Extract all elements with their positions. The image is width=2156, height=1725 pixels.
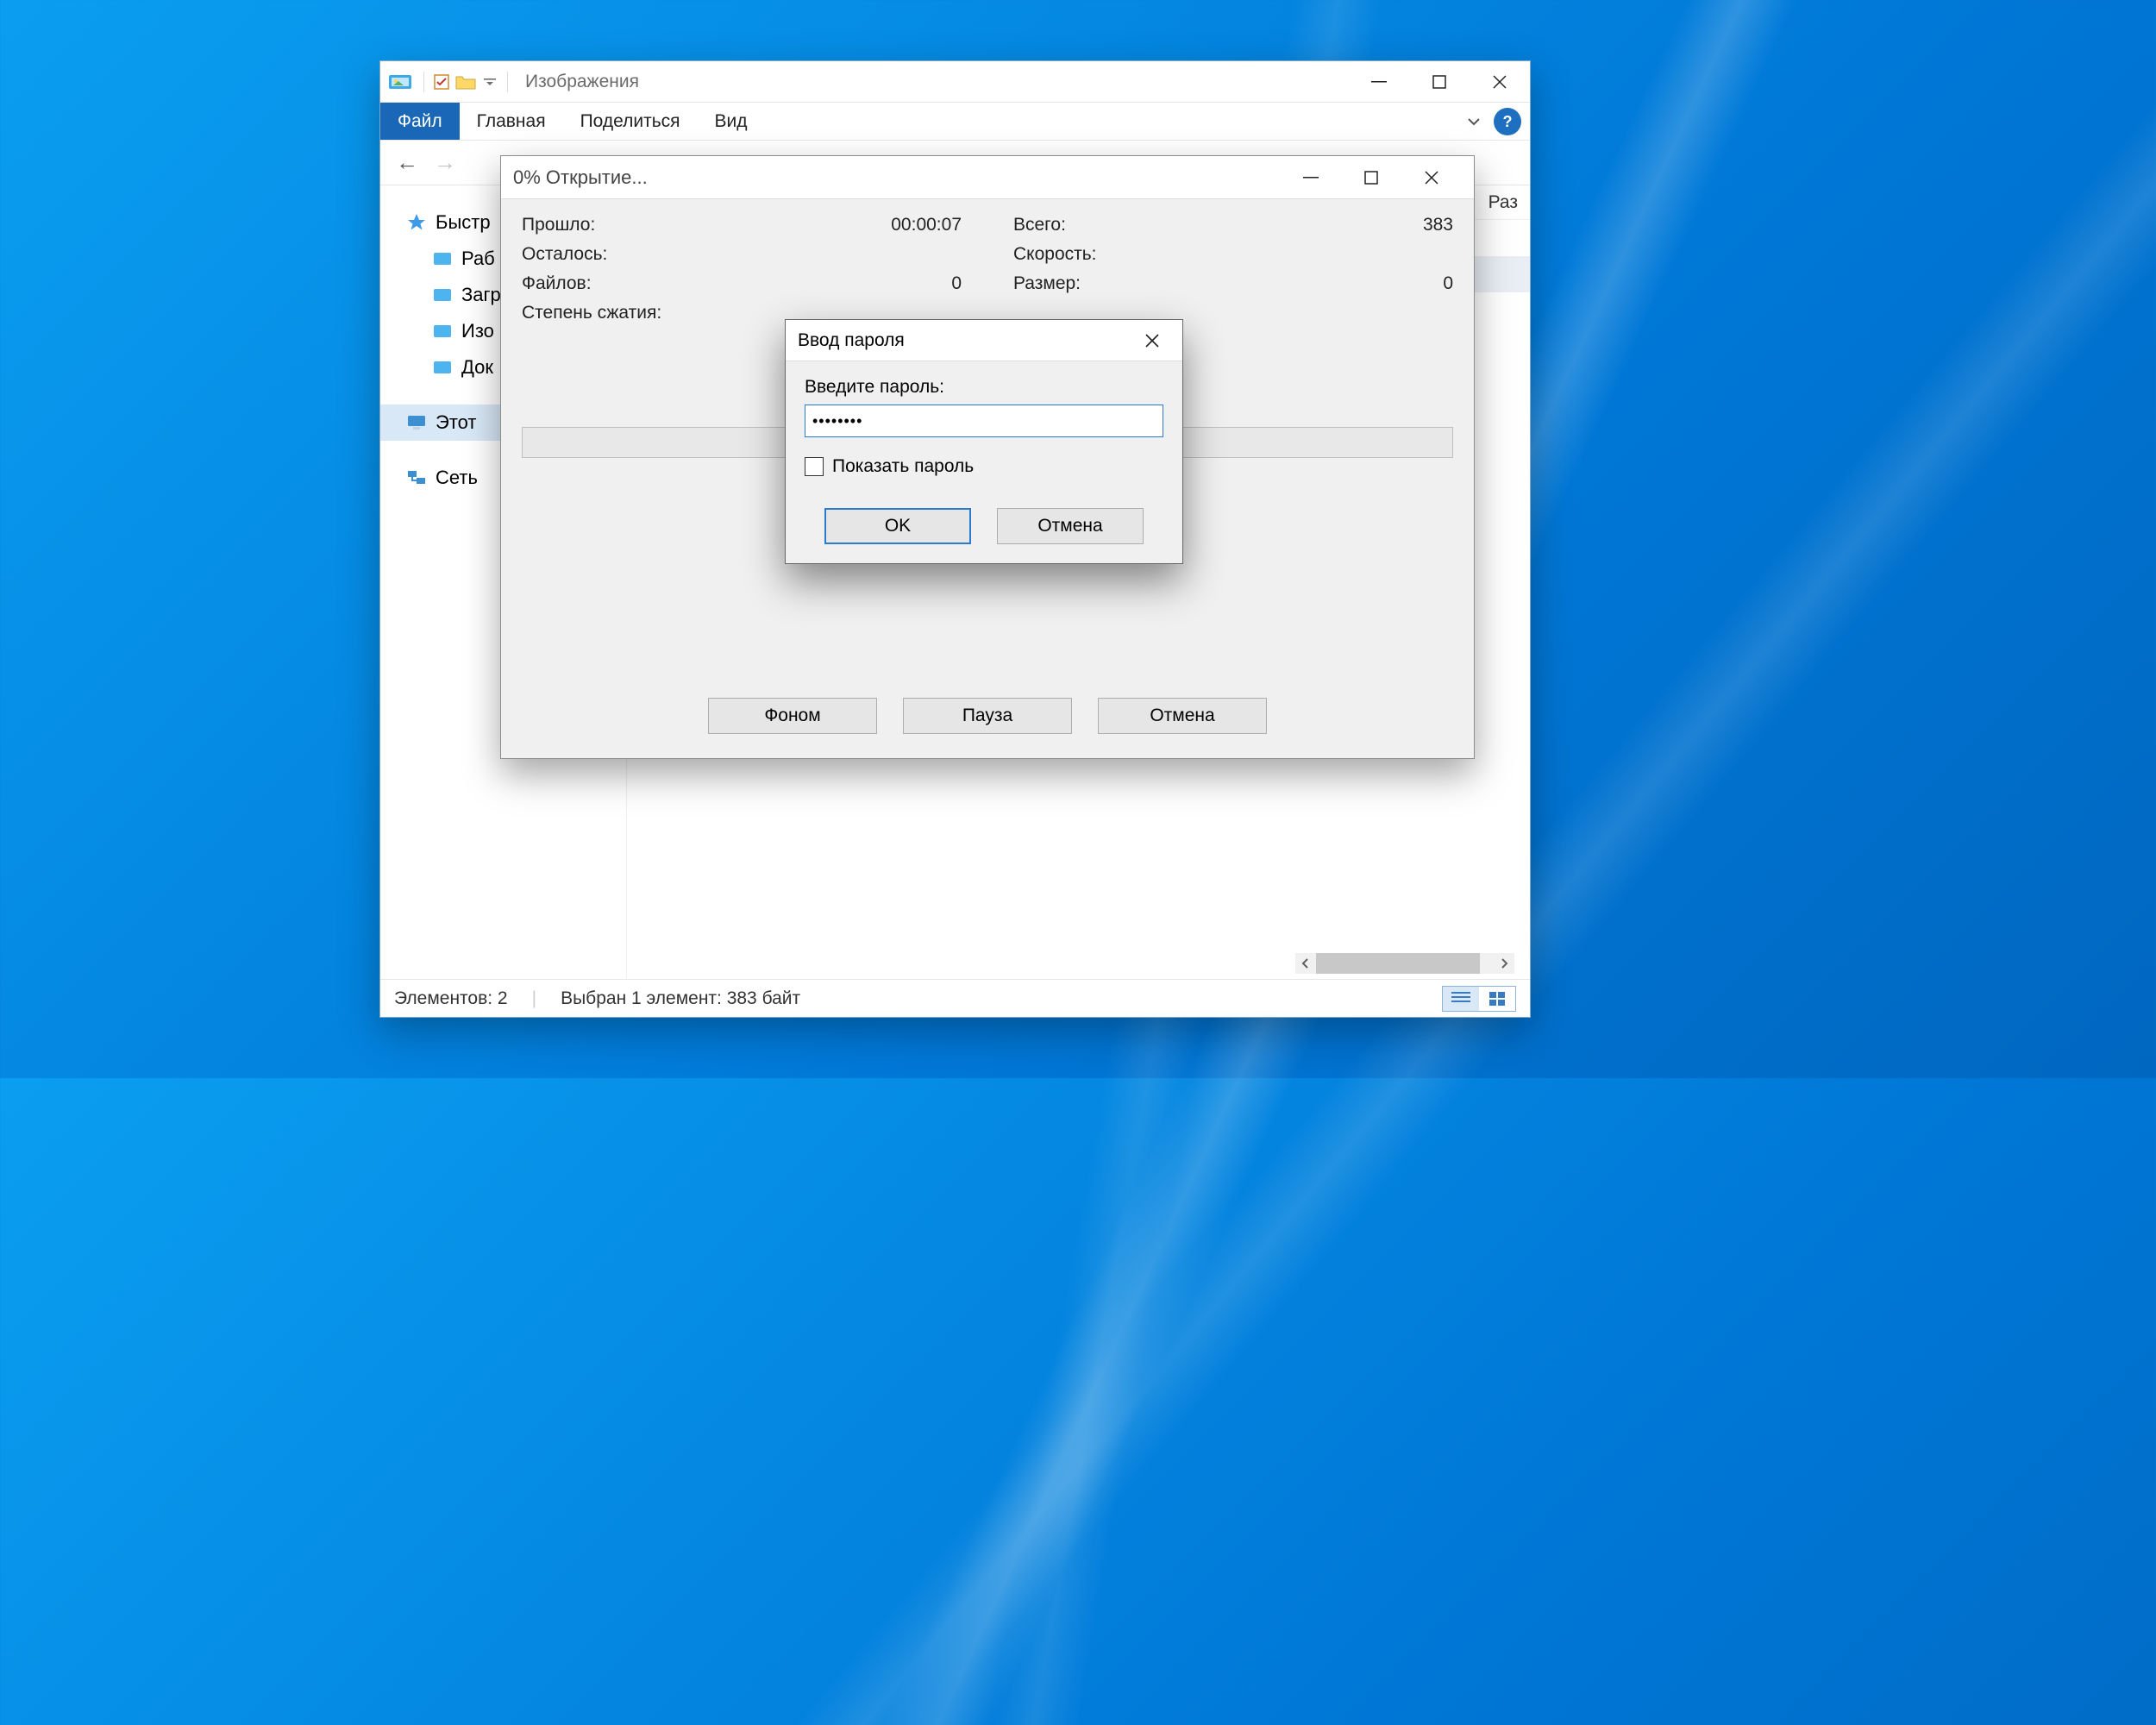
star-icon <box>406 213 427 232</box>
value-total: 383 <box>1281 215 1453 235</box>
minimize-button[interactable] <box>1349 61 1409 102</box>
close-button[interactable] <box>1401 156 1462 198</box>
ribbon-tab-view[interactable]: Вид <box>698 103 765 140</box>
minimize-button[interactable] <box>1281 156 1341 198</box>
password-titlebar: Ввод пароля <box>786 320 1182 361</box>
value-size: 0 <box>1281 273 1453 294</box>
progress-titlebar: 0% Открытие... <box>501 156 1474 199</box>
ribbon: Файл Главная Поделиться Вид ? <box>380 103 1530 141</box>
maximize-button[interactable] <box>1409 61 1470 102</box>
ok-button[interactable]: OK <box>824 508 971 544</box>
show-password-checkbox[interactable] <box>805 457 824 476</box>
label-remaining: Осталось: <box>522 244 789 265</box>
column-size[interactable]: Раз <box>1476 192 1530 213</box>
value-elapsed: 00:00:07 <box>789 215 962 235</box>
ribbon-tab-share[interactable]: Поделиться <box>563 103 698 140</box>
label-files: Файлов: <box>522 273 789 294</box>
scroll-left-icon[interactable] <box>1295 953 1316 974</box>
ribbon-tab-home[interactable]: Главная <box>460 103 563 140</box>
progress-window-controls <box>1281 156 1462 198</box>
show-password-label: Показать пароль <box>832 456 974 477</box>
label-elapsed: Прошло: <box>522 215 789 235</box>
folder-icon <box>432 249 453 268</box>
password-dialog: Ввод пароля Введите пароль: Показать пар… <box>785 319 1183 564</box>
value-speed <box>1281 244 1453 265</box>
sidebar-label: Изо <box>461 320 494 342</box>
scroll-right-icon[interactable] <box>1494 953 1514 974</box>
sidebar-label: Загр <box>461 284 501 306</box>
pc-icon <box>406 413 427 432</box>
progress-title: 0% Открытие... <box>513 166 648 189</box>
sidebar-label: Этот <box>436 411 476 434</box>
close-button[interactable] <box>1470 61 1530 102</box>
label-total: Всего: <box>1013 215 1281 235</box>
value-files: 0 <box>789 273 962 294</box>
scroll-track[interactable] <box>1316 953 1494 974</box>
view-details-button[interactable] <box>1443 987 1479 1011</box>
password-input[interactable] <box>805 405 1163 437</box>
pause-button[interactable]: Пауза <box>903 698 1072 734</box>
sidebar-label: Раб <box>461 248 495 270</box>
window-title: Изображения <box>525 72 639 92</box>
pictures-library-icon <box>389 73 411 91</box>
qat-folder-icon[interactable] <box>454 70 478 94</box>
horizontal-scrollbar[interactable] <box>1295 953 1514 974</box>
network-icon <box>406 468 427 487</box>
qat-dropdown-icon[interactable] <box>478 70 502 94</box>
close-button[interactable] <box>1134 333 1170 348</box>
password-label: Введите пароль: <box>805 377 1163 398</box>
window-controls <box>1349 61 1530 102</box>
nav-back-button[interactable]: ← <box>392 148 422 178</box>
explorer-titlebar: Изображения <box>380 61 1530 103</box>
status-item-count: Элементов: 2 <box>394 988 508 1009</box>
password-title: Ввод пароля <box>798 330 905 351</box>
label-size: Размер: <box>1013 273 1281 294</box>
nav-forward-button[interactable]: → <box>430 148 460 178</box>
qat-properties-icon[interactable] <box>429 70 454 94</box>
sidebar-label: Быстр <box>436 211 491 234</box>
help-button[interactable]: ? <box>1494 108 1521 135</box>
value-remaining <box>789 244 962 265</box>
cancel-button[interactable]: Отмена <box>1098 698 1267 734</box>
view-large-icons-button[interactable] <box>1479 987 1515 1011</box>
label-ratio: Степень сжатия: <box>522 303 789 323</box>
folder-icon <box>432 322 453 341</box>
folder-icon <box>432 285 453 304</box>
background-button[interactable]: Фоном <box>708 698 877 734</box>
view-toggle <box>1442 986 1516 1012</box>
ribbon-collapse-icon[interactable] <box>1459 103 1489 140</box>
sidebar-label: Док <box>461 356 493 379</box>
label-speed: Скорость: <box>1013 244 1281 265</box>
folder-icon <box>432 358 453 377</box>
titlebar-separator <box>507 72 508 92</box>
sidebar-label: Сеть <box>436 467 478 489</box>
maximize-button[interactable] <box>1341 156 1401 198</box>
ribbon-tab-file[interactable]: Файл <box>380 103 460 140</box>
cancel-button[interactable]: Отмена <box>997 508 1144 544</box>
titlebar-separator <box>423 72 424 92</box>
progress-footer: Фоном Пауза Отмена <box>501 677 1474 758</box>
status-bar: Элементов: 2 | Выбран 1 элемент: 383 бай… <box>380 979 1530 1017</box>
status-selection: Выбран 1 элемент: 383 байт <box>561 988 800 1009</box>
scroll-thumb[interactable] <box>1316 953 1480 974</box>
